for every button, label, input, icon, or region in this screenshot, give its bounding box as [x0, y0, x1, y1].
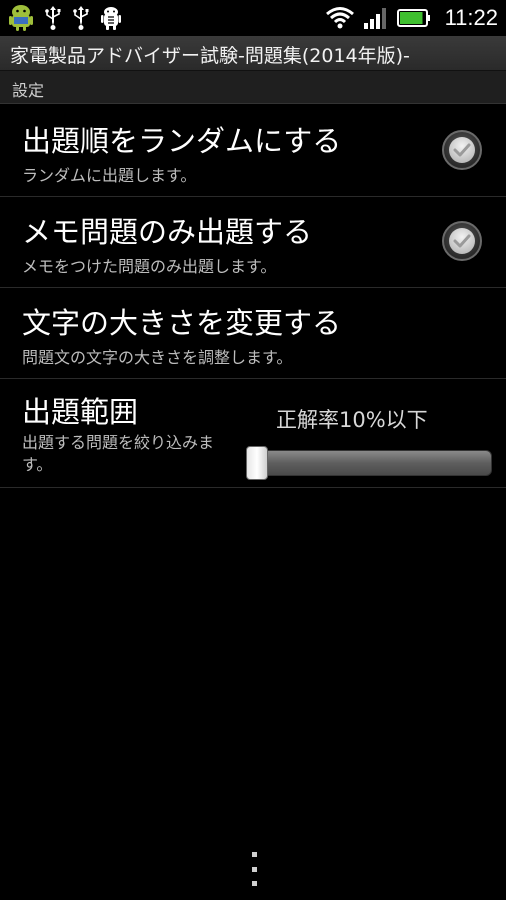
pref-random-order-summary: ランダムに出題します。	[22, 166, 197, 185]
usb-icon	[44, 5, 62, 31]
random-order-checkbox[interactable]	[442, 130, 482, 170]
range-value-label: 正解率10%以下	[276, 408, 428, 432]
memo-only-checkbox[interactable]	[442, 221, 482, 261]
app-title: 家電製品アドバイザー試験-問題集(2014年版)-	[10, 45, 410, 67]
battery-icon	[396, 8, 431, 28]
pref-question-range-title: 出題範囲	[22, 395, 139, 429]
debug-icon	[100, 5, 122, 31]
pref-font-size-summary: 問題文の文字の大きさを調整します。	[22, 348, 293, 367]
overflow-menu-icon[interactable]	[248, 852, 260, 886]
pref-font-size[interactable]: 文字の大きさを変更する 問題文の文字の大きさを調整します。	[0, 288, 506, 379]
app-title-bar: 家電製品アドバイザー試験-問題集(2014年版)-	[0, 36, 506, 71]
question-range-slider[interactable]	[246, 446, 492, 480]
usb-icon	[72, 5, 90, 31]
slider-track[interactable]	[246, 450, 492, 476]
status-bar-right: 11:22	[325, 4, 498, 32]
pref-random-order[interactable]: 出題順をランダムにする ランダムに出題します。	[0, 104, 506, 197]
pref-font-size-title: 文字の大きさを変更する	[22, 306, 342, 340]
settings-header-label: 設定	[12, 81, 45, 100]
check-icon	[453, 234, 471, 248]
slider-thumb[interactable]	[246, 446, 268, 480]
android-robot-icon	[8, 4, 34, 32]
pref-memo-only-title: メモ問題のみ出題する	[22, 215, 313, 249]
pref-random-order-title: 出題順をランダムにする	[22, 124, 342, 158]
settings-header: 設定	[0, 71, 506, 104]
wifi-icon	[325, 6, 355, 30]
check-icon	[453, 143, 471, 157]
status-bar-left	[8, 4, 122, 32]
pref-question-range-summary: 出題する問題を絞り込みます。	[22, 433, 215, 474]
status-bar: 11:22	[0, 0, 506, 36]
pref-memo-only-summary: メモをつけた問題のみ出題します。	[22, 257, 277, 276]
pref-memo-only[interactable]: メモ問題のみ出題する メモをつけた問題のみ出題します。	[0, 197, 506, 288]
signal-icon	[363, 6, 389, 30]
status-time: 11:22	[444, 5, 498, 30]
